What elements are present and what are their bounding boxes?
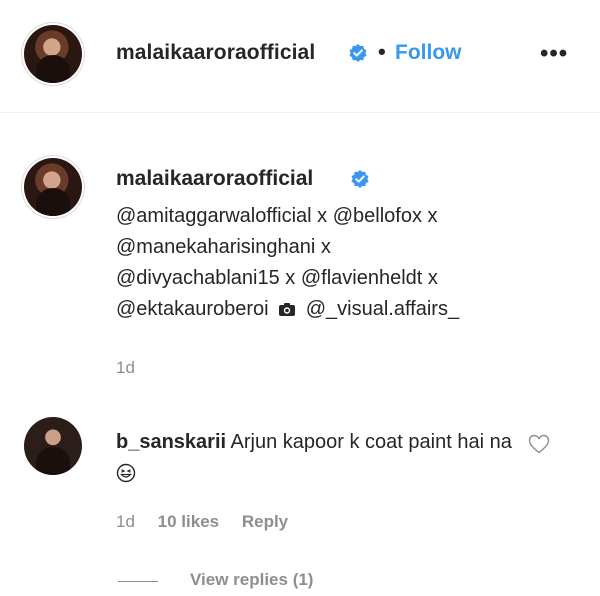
caption-timestamp[interactable]: 1d (116, 358, 135, 378)
avatar[interactable] (24, 25, 82, 83)
verified-badge-icon (349, 44, 367, 62)
caption-text: @amitaggarwalofficial x @bellofox x @man… (116, 201, 566, 325)
caption-separator: x (421, 205, 438, 227)
post-header: malaikaaroraofficial • Follow ••• (0, 0, 600, 113)
comment-text: b_sanskarii Arjun kapoor k coat paint ha… (116, 427, 516, 487)
mention-link[interactable]: @bellofox (333, 205, 422, 227)
caption-separator: x (315, 236, 331, 258)
mention-link[interactable]: @manekaharisinghani (116, 236, 315, 258)
mention-link[interactable]: @_visual.affairs_ (306, 298, 459, 320)
caption-separator: x (279, 267, 301, 289)
view-replies-button[interactable]: View replies (1) (190, 570, 313, 590)
comment-likes[interactable]: 10 likes (158, 512, 219, 531)
comment-timestamp[interactable]: 1d (116, 512, 135, 531)
caption-separator: x (422, 267, 438, 289)
follow-button[interactable]: Follow (395, 41, 462, 65)
mention-link[interactable]: @ektakauroberoi (116, 298, 269, 320)
comment-username[interactable]: b_sanskarii (116, 431, 226, 453)
mention-link[interactable]: @amitaggarwalofficial (116, 205, 312, 227)
comment-meta: 1d 10 likes Reply (116, 512, 306, 532)
mention-link[interactable]: @divyachablani15 (116, 267, 280, 289)
verified-badge-icon (351, 170, 369, 188)
grinning-squint-emoji-icon (116, 463, 136, 482)
mention-link[interactable]: @flavienheldt (301, 267, 422, 289)
view-replies-divider (118, 581, 158, 582)
reply-button[interactable]: Reply (242, 512, 288, 531)
heart-icon[interactable] (528, 434, 550, 454)
camera-icon (279, 303, 296, 317)
more-options-icon[interactable]: ••• (540, 40, 568, 68)
comment-body: Arjun kapoor k coat paint hai na (226, 431, 512, 453)
separator-dot: • (378, 39, 386, 64)
comment-avatar[interactable] (24, 417, 82, 475)
caption-username[interactable]: malaikaaroraofficial (116, 167, 313, 191)
caption-avatar[interactable] (24, 158, 82, 216)
header-username[interactable]: malaikaaroraofficial (116, 41, 315, 65)
caption-separator: x (311, 205, 333, 227)
